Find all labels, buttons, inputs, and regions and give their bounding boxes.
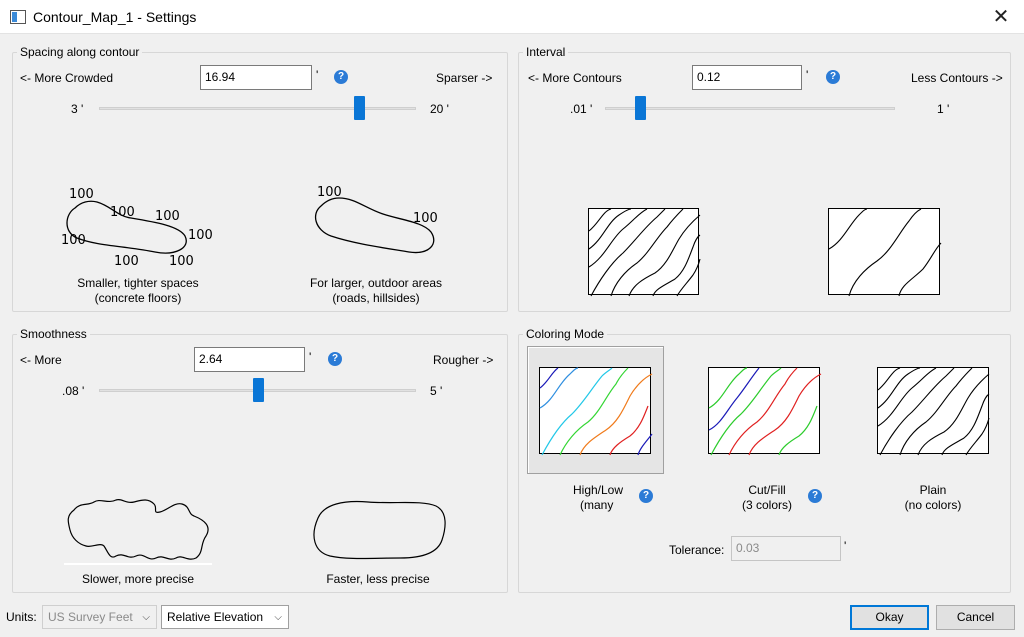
interval-slider-track[interactable] <box>605 107 895 110</box>
sketch-label-100: 100 <box>69 187 94 202</box>
smoothness-group-label: Smoothness <box>17 327 90 341</box>
cancel-button[interactable]: Cancel <box>936 605 1015 630</box>
interval-max-label: 1 ' <box>937 102 950 116</box>
interval-slider-thumb[interactable] <box>634 96 646 120</box>
interval-help-icon[interactable]: ? <box>826 70 840 84</box>
tight-spacing-caption-1: Smaller, tighter spaces <box>77 276 199 290</box>
dense-contours-preview <box>588 208 701 297</box>
smoothness-left-label: <- More <box>20 353 62 367</box>
spacing-left-label: <- More Crowded <box>20 71 114 85</box>
high-low-caption-1: High/Low <box>572 483 624 497</box>
smoothness-input[interactable]: 2.64 <box>194 347 305 372</box>
window-title: Contour_Map_1 - Settings <box>33 9 197 25</box>
hl-contour-1 <box>539 367 559 389</box>
precise-caption: Slower, more precise <box>81 572 195 586</box>
sketch-label-100: 100 <box>155 209 180 224</box>
spacing-right-label: Sparser -> <box>436 71 493 85</box>
hl-contour-4 <box>559 367 629 456</box>
interval-left-label: <- More Contours <box>528 71 622 85</box>
units-select[interactable]: US Survey Feet ⌵ <box>42 605 157 629</box>
spacing-slider-thumb[interactable] <box>353 96 365 120</box>
units-select-value: US Survey Feet <box>48 610 133 624</box>
sketch-label-100: 100 <box>169 254 194 269</box>
sketch-label-100: 100 <box>413 211 438 226</box>
elevation-select-value: Relative Elevation <box>167 610 264 624</box>
interval-right-label: Less Contours -> <box>911 71 1003 85</box>
app-window-icon <box>10 10 26 24</box>
interval-group-label: Interval <box>523 45 569 59</box>
sketch-label-100: 100 <box>188 228 213 243</box>
sparse-spacing-sketch: 100 100 <box>314 185 438 254</box>
tight-spacing-caption-2: (concrete floors) <box>94 291 182 305</box>
hl-contour-5 <box>579 373 653 456</box>
title-bar: Contour_Map_1 - Settings ✕ <box>0 0 1024 34</box>
units-label: Units: <box>6 610 37 624</box>
interval-min-label: .01 ' <box>570 102 593 116</box>
smoothness-slider-thumb[interactable] <box>252 378 264 402</box>
spacing-unit: ' <box>316 68 319 82</box>
sparse-spacing-caption-2: (roads, hillsides) <box>332 291 420 305</box>
precise-outline-sketch <box>64 498 212 565</box>
tolerance-input[interactable]: 0.03 <box>731 536 841 561</box>
plain-caption-1: Plain <box>919 483 947 497</box>
sparse-contours-preview <box>828 208 942 297</box>
interval-input[interactable]: 0.12 <box>692 65 802 90</box>
cf-contour-2 <box>710 367 782 456</box>
high-low-caption-2: (many <box>580 498 614 512</box>
elevation-select[interactable]: Relative Elevation ⌵ <box>161 605 289 629</box>
chevron-down-icon: ⌵ <box>274 612 282 623</box>
cut-fill-caption-1: Cut/Fill <box>748 483 786 497</box>
okay-button[interactable]: Okay <box>850 605 929 630</box>
smoothness-min-label: .08 ' <box>62 384 85 398</box>
chevron-down-icon: ⌵ <box>142 612 150 623</box>
sketch-label-100: 100 <box>110 205 135 220</box>
smooth-caption: Faster, less precise <box>326 572 430 586</box>
cut-fill-preview[interactable] <box>708 367 822 456</box>
plain-preview[interactable] <box>877 367 990 456</box>
hl-contour-2 <box>539 367 579 409</box>
tight-spacing-sketch: 100 100 100 100 100 100 100 <box>61 187 213 269</box>
smoothness-max-label: 5 ' <box>430 384 443 398</box>
cf-contour-1 <box>708 367 748 409</box>
cut-fill-caption-2: (3 colors) <box>741 498 792 512</box>
smoothness-help-icon[interactable]: ? <box>328 352 342 366</box>
sketch-label-100: 100 <box>317 185 342 200</box>
cut-fill-help-icon[interactable]: ? <box>808 489 822 503</box>
hl-contour-3 <box>541 367 613 456</box>
high-low-preview <box>539 367 653 456</box>
tolerance-unit: ' <box>844 539 847 553</box>
smooth-outline-sketch <box>313 500 446 560</box>
tolerance-label: Tolerance: <box>669 543 725 557</box>
cf-contour-3 <box>728 367 798 456</box>
smoothness-right-label: Rougher -> <box>433 353 494 367</box>
spacing-help-icon[interactable]: ? <box>334 70 348 84</box>
interval-unit: ' <box>806 68 809 82</box>
spacing-max-label: 20 ' <box>430 102 449 116</box>
sketch-label-100: 100 <box>114 254 139 269</box>
plain-caption-2: (no colors) <box>904 498 962 512</box>
spacing-min-label: 3 ' <box>71 102 84 116</box>
spacing-slider-track[interactable] <box>99 107 416 110</box>
spacing-group-label: Spacing along contour <box>17 45 143 59</box>
sketch-label-100: 100 <box>61 233 86 248</box>
cf-contour-5 <box>778 405 818 456</box>
sparse-spacing-caption-1: For larger, outdoor areas <box>309 276 443 290</box>
coloring-group-label: Coloring Mode <box>523 327 608 341</box>
smoothness-unit: ' <box>309 350 312 364</box>
cf-contour-4 <box>748 373 822 456</box>
high-low-help-icon[interactable]: ? <box>639 489 653 503</box>
hl-contour-7 <box>637 433 653 456</box>
spacing-input[interactable]: 16.94 <box>200 65 312 90</box>
close-icon[interactable]: ✕ <box>988 5 1014 29</box>
